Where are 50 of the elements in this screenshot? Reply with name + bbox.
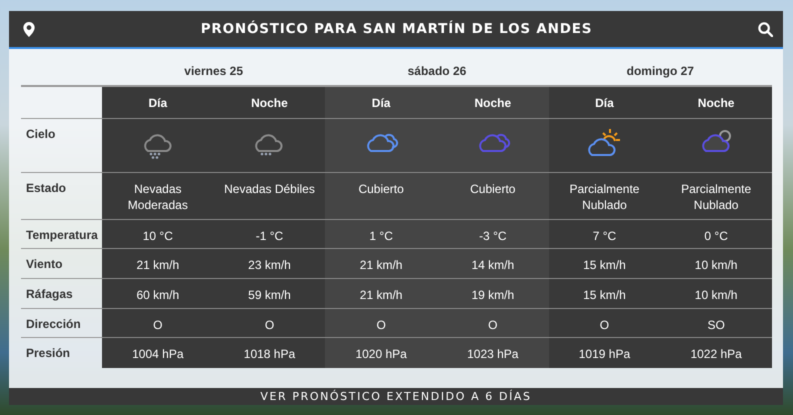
table-cell: SO	[660, 308, 772, 338]
day-heading: sábado 26	[325, 57, 549, 86]
table-cell: 1023 hPa	[436, 338, 549, 368]
table-cell: 10 km/h	[660, 278, 772, 308]
table-cell: 59 km/h	[214, 278, 326, 308]
table-cell: 21 km/h	[325, 278, 437, 308]
table-cell: 21 km/h	[325, 248, 437, 278]
table-cell: -3 °C	[436, 220, 549, 248]
table-cell: 1019 hPa	[548, 338, 660, 368]
table-cell: Parcialmente Nublado	[660, 172, 772, 220]
table-cell: 10 km/h	[660, 248, 772, 278]
table-cell: 15 km/h	[548, 248, 660, 278]
day-heading: viernes 25	[102, 57, 326, 86]
table-cell: O	[102, 308, 214, 338]
table-cell: O	[548, 308, 660, 338]
period-heading: Noche	[660, 86, 772, 118]
table-cell: 14 km/h	[436, 248, 549, 278]
table-cell: 23 km/h	[214, 248, 326, 278]
table-cell: Nevadas Débiles	[214, 172, 326, 220]
table-cell: -1 °C	[214, 220, 326, 248]
extended-forecast-link[interactable]: VER PRONÓSTICO EXTENDIDO A 6 DÍAS	[260, 390, 532, 403]
period-heading: Día	[102, 86, 214, 118]
table-cell: O	[214, 308, 326, 338]
table-cell: O	[436, 308, 549, 338]
sun-cloud-icon	[586, 127, 622, 159]
table-cell: 7 °C	[548, 220, 660, 248]
table-cell: Parcialmente Nublado	[548, 172, 660, 220]
location-pin-icon	[23, 22, 35, 36]
table-cell: 15 km/h	[548, 278, 660, 308]
forecast-title: PRONÓSTICO PARA SAN MARTÍN DE LOS ANDES	[200, 21, 592, 37]
table-cell: 21 km/h	[102, 248, 214, 278]
table-cell: 60 km/h	[102, 278, 214, 308]
table-cell: Cubierto	[325, 172, 437, 220]
table-cell: O	[325, 308, 437, 338]
day-heading: domingo 27	[548, 57, 772, 86]
table-cell: Nevadas Moderadas	[102, 172, 214, 220]
table-cell: 1022 hPa	[660, 338, 772, 368]
table-cell: 0 °C	[660, 220, 772, 248]
table-cell: 1018 hPa	[214, 338, 326, 368]
search-icon[interactable]	[758, 22, 773, 36]
period-heading: Noche	[214, 86, 326, 118]
table-cell: 1 °C	[325, 220, 437, 248]
table-cell: 10 °C	[102, 220, 214, 248]
table-cell: Cubierto	[436, 172, 549, 220]
period-heading: Día	[548, 86, 660, 118]
period-heading: Día	[325, 86, 437, 118]
table-cell: 1020 hPa	[325, 338, 437, 368]
table-cell: 19 km/h	[436, 278, 549, 308]
period-heading: Noche	[436, 86, 549, 118]
table-cell: 1004 hPa	[102, 338, 214, 368]
